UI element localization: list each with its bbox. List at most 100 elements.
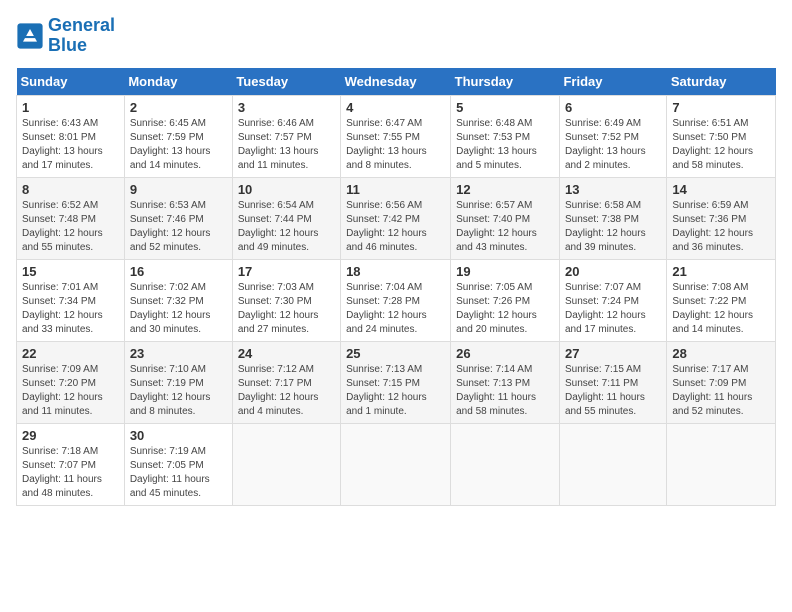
day-cell xyxy=(451,423,560,505)
day-cell: 14Sunrise: 6:59 AMSunset: 7:36 PMDayligh… xyxy=(667,177,776,259)
day-info: Sunrise: 6:53 AMSunset: 7:46 PMDaylight:… xyxy=(130,199,227,255)
day-number: 11 xyxy=(346,182,445,197)
day-info: Sunrise: 7:02 AMSunset: 7:32 PMDaylight:… xyxy=(130,281,227,337)
col-header-sunday: Sunday xyxy=(17,68,125,96)
week-row-1: 1 Sunrise: 6:43 AMSunset: 8:01 PMDaylight… xyxy=(17,95,776,177)
day-cell: 8 Sunrise: 6:52 AMSunset: 7:48 PMDaylight… xyxy=(17,177,125,259)
logo: General Blue xyxy=(16,16,115,56)
day-info: Sunrise: 7:01 AMSunset: 7:34 PMDaylight:… xyxy=(22,281,119,337)
day-info: Sunrise: 7:19 AMSunset: 7:05 PMDaylight:… xyxy=(130,445,227,501)
day-cell: 24 Sunrise: 7:12 AMSunset: 7:17 PMDayligh… xyxy=(232,341,340,423)
day-number: 29 xyxy=(22,428,119,443)
day-info: Sunrise: 6:48 AMSunset: 7:53 PMDaylight:… xyxy=(456,117,554,173)
day-number: 20 xyxy=(565,264,661,279)
day-number: 22 xyxy=(22,346,119,361)
day-cell: 11 Sunrise: 6:56 AMSunset: 7:42 PMDayligh… xyxy=(341,177,451,259)
day-info: Sunrise: 7:04 AMSunset: 7:28 PMDaylight:… xyxy=(346,281,445,337)
day-info: Sunrise: 6:43 AMSunset: 8:01 PMDaylight:… xyxy=(22,117,119,173)
day-cell: 10Sunrise: 6:54 AMSunset: 7:44 PMDayligh… xyxy=(232,177,340,259)
day-number: 27 xyxy=(565,346,661,361)
day-cell: 26 Sunrise: 7:14 AMSunset: 7:13 PMDayligh… xyxy=(451,341,560,423)
day-cell: 19 Sunrise: 7:05 AMSunset: 7:26 PMDayligh… xyxy=(451,259,560,341)
day-number: 23 xyxy=(130,346,227,361)
col-header-friday: Friday xyxy=(559,68,666,96)
day-info: Sunrise: 7:10 AMSunset: 7:19 PMDaylight:… xyxy=(130,363,227,419)
day-info: Sunrise: 7:03 AMSunset: 7:30 PMDaylight:… xyxy=(238,281,335,337)
day-info: Sunrise: 6:47 AMSunset: 7:55 PMDaylight:… xyxy=(346,117,445,173)
day-info: Sunrise: 6:51 AMSunset: 7:50 PMDaylight:… xyxy=(672,117,770,173)
logo-text: General Blue xyxy=(48,16,115,56)
day-cell: 17 Sunrise: 7:03 AMSunset: 7:30 PMDayligh… xyxy=(232,259,340,341)
day-cell: 4 Sunrise: 6:47 AMSunset: 7:55 PMDaylight… xyxy=(341,95,451,177)
day-cell xyxy=(341,423,451,505)
day-number: 5 xyxy=(456,100,554,115)
day-number: 7 xyxy=(672,100,770,115)
day-cell: 2 Sunrise: 6:45 AMSunset: 7:59 PMDaylight… xyxy=(124,95,232,177)
day-info: Sunrise: 6:56 AMSunset: 7:42 PMDaylight:… xyxy=(346,199,445,255)
day-info: Sunrise: 7:13 AMSunset: 7:15 PMDaylight:… xyxy=(346,363,445,419)
day-cell xyxy=(559,423,666,505)
day-info: Sunrise: 7:15 AMSunset: 7:11 PMDaylight:… xyxy=(565,363,661,419)
day-number: 4 xyxy=(346,100,445,115)
day-number: 1 xyxy=(22,100,119,115)
day-info: Sunrise: 6:45 AMSunset: 7:59 PMDaylight:… xyxy=(130,117,227,173)
day-cell xyxy=(667,423,776,505)
day-number: 13 xyxy=(565,182,661,197)
day-info: Sunrise: 6:59 AMSunset: 7:36 PMDaylight:… xyxy=(672,199,770,255)
day-info: Sunrise: 6:58 AMSunset: 7:38 PMDaylight:… xyxy=(565,199,661,255)
logo-icon xyxy=(16,22,44,50)
day-number: 19 xyxy=(456,264,554,279)
day-cell: 3 Sunrise: 6:46 AMSunset: 7:57 PMDaylight… xyxy=(232,95,340,177)
header-row: SundayMondayTuesdayWednesdayThursdayFrid… xyxy=(17,68,776,96)
col-header-wednesday: Wednesday xyxy=(341,68,451,96)
day-cell: 21Sunrise: 7:08 AMSunset: 7:22 PMDayligh… xyxy=(667,259,776,341)
day-number: 30 xyxy=(130,428,227,443)
day-cell: 18 Sunrise: 7:04 AMSunset: 7:28 PMDayligh… xyxy=(341,259,451,341)
week-row-5: 29 Sunrise: 7:18 AMSunset: 7:07 PMDayligh… xyxy=(17,423,776,505)
day-cell: 30 Sunrise: 7:19 AMSunset: 7:05 PMDayligh… xyxy=(124,423,232,505)
day-number: 24 xyxy=(238,346,335,361)
day-info: Sunrise: 6:57 AMSunset: 7:40 PMDaylight:… xyxy=(456,199,554,255)
day-number: 26 xyxy=(456,346,554,361)
day-info: Sunrise: 6:52 AMSunset: 7:48 PMDaylight:… xyxy=(22,199,119,255)
day-cell: 6 Sunrise: 6:49 AMSunset: 7:52 PMDaylight… xyxy=(559,95,666,177)
day-info: Sunrise: 6:49 AMSunset: 7:52 PMDaylight:… xyxy=(565,117,661,173)
day-cell: 1 Sunrise: 6:43 AMSunset: 8:01 PMDaylight… xyxy=(17,95,125,177)
col-header-tuesday: Tuesday xyxy=(232,68,340,96)
day-number: 9 xyxy=(130,182,227,197)
day-cell: 29 Sunrise: 7:18 AMSunset: 7:07 PMDayligh… xyxy=(17,423,125,505)
day-number: 25 xyxy=(346,346,445,361)
day-cell: 7 Sunrise: 6:51 AMSunset: 7:50 PMDaylight… xyxy=(667,95,776,177)
day-info: Sunrise: 7:18 AMSunset: 7:07 PMDaylight:… xyxy=(22,445,119,501)
day-number: 6 xyxy=(565,100,661,115)
day-number: 18 xyxy=(346,264,445,279)
week-row-3: 15Sunrise: 7:01 AMSunset: 7:34 PMDayligh… xyxy=(17,259,776,341)
day-number: 2 xyxy=(130,100,227,115)
day-cell: 28Sunrise: 7:17 AMSunset: 7:09 PMDayligh… xyxy=(667,341,776,423)
week-row-2: 8 Sunrise: 6:52 AMSunset: 7:48 PMDaylight… xyxy=(17,177,776,259)
day-number: 10 xyxy=(238,182,335,197)
day-info: Sunrise: 6:46 AMSunset: 7:57 PMDaylight:… xyxy=(238,117,335,173)
day-cell: 9 Sunrise: 6:53 AMSunset: 7:46 PMDaylight… xyxy=(124,177,232,259)
day-number: 16 xyxy=(130,264,227,279)
day-info: Sunrise: 7:14 AMSunset: 7:13 PMDaylight:… xyxy=(456,363,554,419)
day-cell: 20Sunrise: 7:07 AMSunset: 7:24 PMDayligh… xyxy=(559,259,666,341)
day-info: Sunrise: 7:17 AMSunset: 7:09 PMDaylight:… xyxy=(672,363,770,419)
day-cell: 27 Sunrise: 7:15 AMSunset: 7:11 PMDayligh… xyxy=(559,341,666,423)
week-row-4: 22 Sunrise: 7:09 AMSunset: 7:20 PMDayligh… xyxy=(17,341,776,423)
day-number: 21 xyxy=(672,264,770,279)
day-info: Sunrise: 7:12 AMSunset: 7:17 PMDaylight:… xyxy=(238,363,335,419)
col-header-thursday: Thursday xyxy=(451,68,560,96)
day-cell: 16 Sunrise: 7:02 AMSunset: 7:32 PMDayligh… xyxy=(124,259,232,341)
day-number: 8 xyxy=(22,182,119,197)
day-info: Sunrise: 7:05 AMSunset: 7:26 PMDaylight:… xyxy=(456,281,554,337)
day-info: Sunrise: 7:09 AMSunset: 7:20 PMDaylight:… xyxy=(22,363,119,419)
day-cell: 25 Sunrise: 7:13 AMSunset: 7:15 PMDayligh… xyxy=(341,341,451,423)
col-header-saturday: Saturday xyxy=(667,68,776,96)
day-number: 3 xyxy=(238,100,335,115)
day-cell xyxy=(232,423,340,505)
day-cell: 13 Sunrise: 6:58 AMSunset: 7:38 PMDayligh… xyxy=(559,177,666,259)
day-number: 17 xyxy=(238,264,335,279)
page-header: General Blue xyxy=(16,16,776,56)
col-header-monday: Monday xyxy=(124,68,232,96)
